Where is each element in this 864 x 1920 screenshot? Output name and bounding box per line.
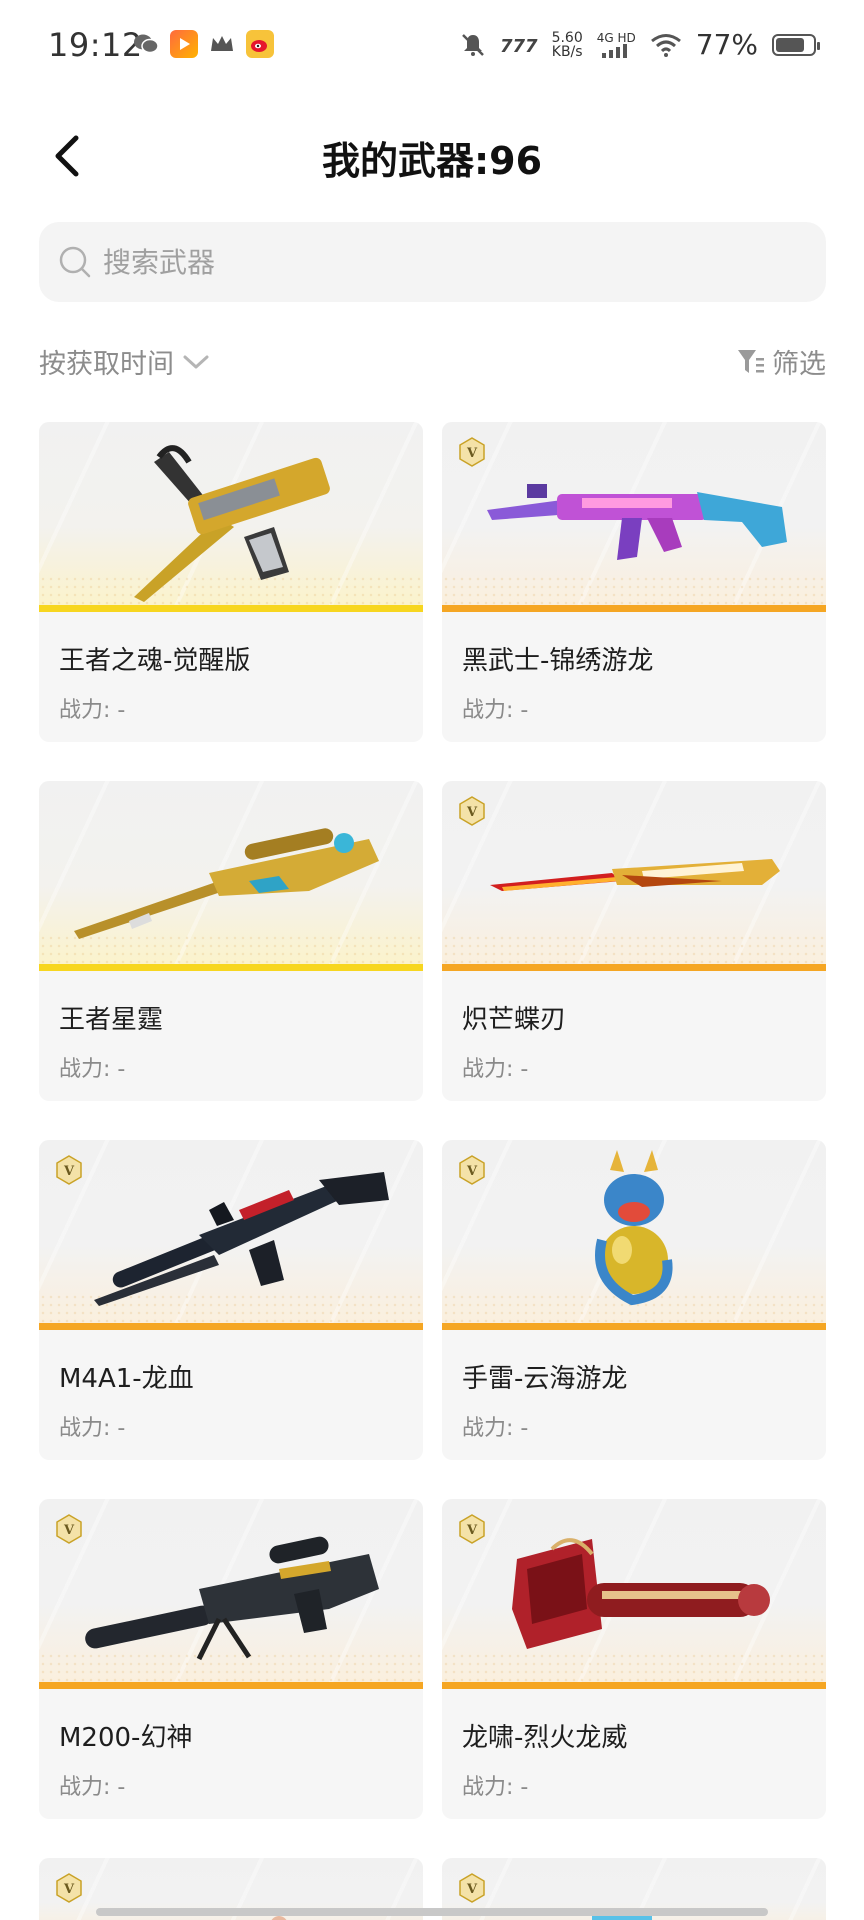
weapon-card[interactable]: V 龙啸-烈火龙威 战力: -: [442, 1499, 826, 1819]
wechat-icon: [132, 30, 160, 58]
sort-label: 按获取时间: [39, 349, 174, 380]
svg-text:777: 777: [500, 36, 538, 56]
weapon-image: [39, 781, 423, 971]
assault-rifle-icon: [94, 1172, 389, 1306]
mute-icon: [461, 33, 484, 56]
status-bar: 19:12 777 5.60 KB/s 4G HD 77%: [0, 0, 864, 96]
sort-filter-row: 按获取时间 筛选: [39, 342, 826, 386]
weapon-card[interactable]: V 黑武士-锦绣游龙 战力: -: [442, 422, 826, 742]
heavy-sniper-icon: [85, 1536, 379, 1661]
pistol-dagger-icon: [134, 445, 330, 602]
weapon-image: V: [39, 1499, 423, 1689]
wifi-icon: [650, 33, 681, 57]
sniper-rifle-icon: [74, 828, 379, 939]
weapon-power: 战力: -: [462, 1775, 529, 1800]
sort-dropdown[interactable]: 按获取时间: [39, 342, 210, 381]
weapon-name: M200-幻神: [59, 1723, 193, 1753]
battery-icon: [772, 33, 820, 56]
dragon-grenade-icon: [595, 1150, 673, 1306]
weapon-image: V: [442, 1499, 826, 1689]
weapon-power: 战力: -: [59, 1416, 126, 1441]
battery-percent: 77%: [695, 28, 758, 61]
weapon-card[interactable]: 王者之魂-觉醒版 战力: -: [39, 422, 423, 742]
page-header: 我的武器:96: [0, 110, 864, 200]
weapon-power: 战力: -: [462, 698, 529, 723]
weapon-image: V: [39, 1140, 423, 1330]
notification-icons: [132, 30, 274, 58]
weapon-image: V: [442, 422, 826, 612]
weapon-power: 战力: -: [59, 698, 126, 723]
weapon-name: 炽芒蝶刃: [462, 1005, 567, 1035]
filter-button[interactable]: 筛选: [736, 342, 826, 381]
weapon-card[interactable]: V 手雷-云海游龙 战力: -: [442, 1140, 826, 1460]
search-input[interactable]: [103, 245, 703, 279]
chevron-down-icon: [183, 355, 209, 368]
axe-icon: [512, 1538, 770, 1649]
search-icon: [59, 246, 91, 278]
weapon-name: 王者之魂-觉醒版: [59, 646, 251, 676]
filter-icon: [738, 349, 764, 373]
search-bar[interactable]: [39, 222, 826, 302]
weapon-power: 战力: -: [59, 1775, 126, 1800]
filter-label: 筛选: [772, 349, 826, 380]
weapon-power: 战力: -: [462, 1057, 529, 1082]
weapon-image: [39, 422, 423, 612]
status-time: 19:12: [48, 26, 143, 64]
weapon-card[interactable]: V M200-幻神 战力: -: [39, 1499, 423, 1819]
home-indicator[interactable]: [96, 1908, 768, 1916]
weapon-name: 黑武士-锦绣游龙: [462, 646, 654, 676]
weapon-image: V: [442, 1140, 826, 1330]
weibo-icon: [246, 30, 274, 58]
weapon-card[interactable]: V M4A1-龙血 战力: -: [39, 1140, 423, 1460]
weapon-name: M4A1-龙血: [59, 1364, 194, 1394]
weapon-card[interactable]: V 炽芒蝶刃 战力: -: [442, 781, 826, 1101]
rifle-icon: [487, 484, 787, 560]
weapon-power: 战力: -: [462, 1416, 529, 1441]
weapon-name: 王者星霆: [59, 1005, 164, 1035]
video-app-icon: [170, 30, 198, 58]
weapon-image: V: [442, 781, 826, 971]
carrier-logo-icon: 777: [500, 36, 538, 56]
weapon-power: 战力: -: [59, 1057, 126, 1082]
crown-icon: [208, 30, 236, 58]
signal-bars-icon: [602, 43, 628, 58]
weapon-name: 手雷-云海游龙: [462, 1364, 628, 1394]
butterfly-knife-icon: [490, 859, 780, 891]
cellular-signal: 4G HD: [597, 32, 636, 58]
weapon-name: 龙啸-烈火龙威: [462, 1723, 628, 1753]
network-speed: 5.60 KB/s: [551, 29, 583, 60]
weapon-card[interactable]: 王者星霆 战力: -: [39, 781, 423, 1101]
page-title: 我的武器:96: [321, 139, 543, 183]
status-indicators: 777 5.60 KB/s 4G HD 77%: [460, 28, 820, 61]
